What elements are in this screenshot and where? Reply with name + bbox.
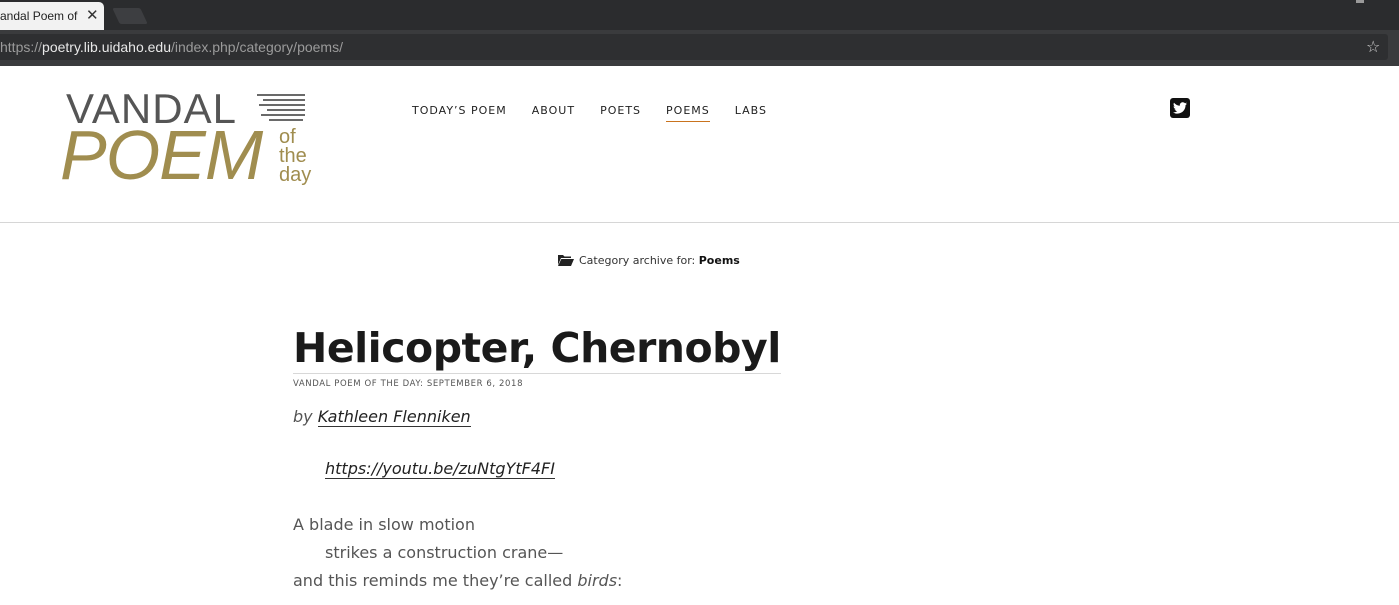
star-icon[interactable]: ☆ bbox=[1366, 37, 1380, 56]
archive-category: Poems bbox=[698, 254, 740, 267]
poem-line: and this reminds me they’re called birds… bbox=[293, 567, 622, 595]
main-nav: TODAY’S POEM ABOUT POETS POEMS LABS bbox=[412, 104, 792, 122]
address-bar: https://poetry.lib.uidaho.edu/index.php/… bbox=[0, 30, 1399, 66]
url-host: poetry.lib.uidaho.edu bbox=[42, 39, 171, 55]
nav-item-poets[interactable]: POETS bbox=[600, 104, 641, 122]
logo-day: day bbox=[279, 164, 312, 186]
nav-item-labs[interactable]: LABS bbox=[735, 104, 767, 122]
poem-line: A blade in slow motion bbox=[293, 515, 475, 534]
browser-tab-bar: andal Poem of t ✕ bbox=[0, 0, 1399, 30]
new-tab-button[interactable] bbox=[112, 8, 148, 24]
video-link[interactable]: https://youtu.be/zuNtgYtF4FI bbox=[325, 459, 555, 479]
logo-poem-text: POEM bbox=[60, 116, 263, 194]
category-archive-heading: Category archive for: Poems bbox=[558, 254, 740, 269]
url-input[interactable]: https://poetry.lib.uidaho.edu/index.php/… bbox=[0, 34, 1388, 60]
nav-item-todays-poem[interactable]: TODAY’S POEM bbox=[412, 104, 507, 122]
url-scheme: https:// bbox=[0, 39, 43, 55]
poem-line-text: and this reminds me they’re called bbox=[293, 571, 578, 590]
logo-lines-graphic bbox=[257, 94, 307, 124]
browser-tab[interactable]: andal Poem of t ✕ bbox=[0, 2, 104, 30]
poem-line: strikes a construction crane— bbox=[325, 543, 564, 562]
poem-line-punct: : bbox=[617, 571, 623, 590]
url-path: /index.php/category/poems/ bbox=[170, 39, 343, 55]
tab-title: andal Poem of t bbox=[0, 9, 80, 23]
poem-line-emphasis: birds bbox=[577, 571, 618, 590]
nav-item-about[interactable]: ABOUT bbox=[532, 104, 575, 122]
nav-item-poems[interactable]: POEMS bbox=[666, 104, 710, 122]
byline-prefix: by bbox=[293, 407, 318, 426]
site-header: VANDAL POEM of the day TODAY’S POEM ABOU… bbox=[0, 66, 1399, 223]
window-control[interactable] bbox=[1356, 0, 1364, 3]
post-title[interactable]: Helicopter, Chernobyl bbox=[293, 323, 781, 374]
logo-of-the-day: of the day bbox=[279, 127, 312, 186]
twitter-icon[interactable] bbox=[1170, 98, 1190, 118]
author-link[interactable]: Kathleen Flenniken bbox=[317, 407, 471, 427]
post-meta: VANDAL POEM OF THE DAY: SEPTEMBER 6, 201… bbox=[293, 379, 524, 389]
close-icon[interactable]: ✕ bbox=[86, 6, 99, 24]
folder-open-icon bbox=[558, 254, 574, 269]
poem-body: A blade in slow motion strikes a constru… bbox=[293, 511, 622, 595]
archive-prefix: Category archive for: bbox=[579, 254, 699, 267]
site-logo[interactable]: VANDAL POEM of the day bbox=[60, 85, 330, 198]
url-text: https://poetry.lib.uidaho.edu/index.php/… bbox=[0, 39, 343, 55]
post-byline: by Kathleen Flenniken bbox=[293, 407, 471, 427]
